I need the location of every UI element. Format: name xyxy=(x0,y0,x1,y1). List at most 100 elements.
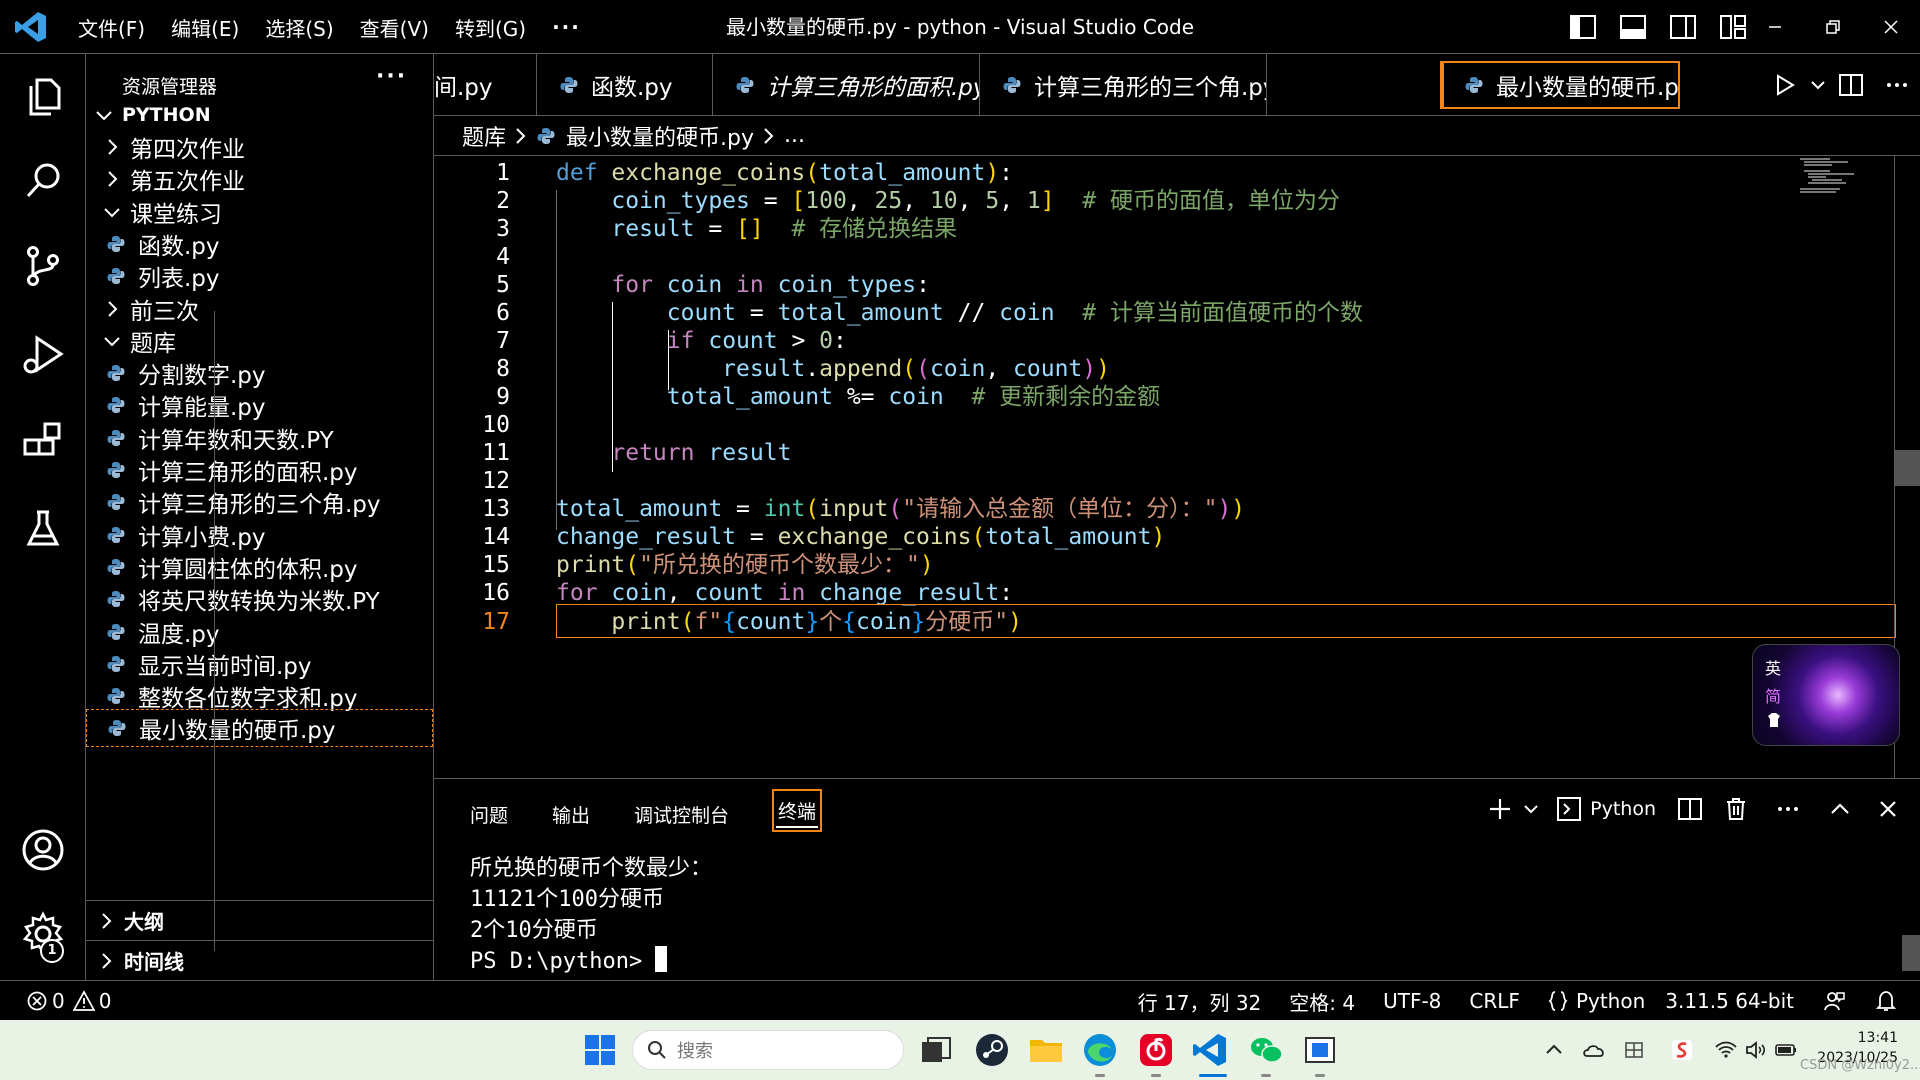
menu-more[interactable]: ··· xyxy=(552,15,581,39)
braces-icon xyxy=(1548,990,1568,1012)
editor-scrollbar-thumb[interactable] xyxy=(1895,450,1920,486)
notification-badge: 1 xyxy=(40,939,64,963)
sogou-ime-icon[interactable] xyxy=(1670,1038,1694,1062)
toggle-sidebar-icon[interactable] xyxy=(1568,12,1598,42)
tab-functions[interactable]: 函数.py xyxy=(537,54,713,116)
python-interpreter[interactable]: 3.11.5 64-bit xyxy=(1665,989,1794,1013)
terminal-prompt[interactable]: PS D:\python> xyxy=(470,946,668,977)
explorer-more-button[interactable]: ··· xyxy=(376,64,407,89)
tab-triangle-angles[interactable]: 计算三角形的三个角.py xyxy=(980,54,1267,116)
language-label: Python xyxy=(1575,989,1646,1013)
code-editor[interactable]: 1 def exchange_coins(total_amount): 2 coi… xyxy=(434,156,1920,778)
breadcrumb-symbols[interactable]: ... xyxy=(784,123,805,148)
window-app-icon[interactable] xyxy=(1300,1030,1340,1070)
split-editor-icon[interactable] xyxy=(1828,54,1874,116)
restore-icon[interactable] xyxy=(1804,0,1862,54)
error-count: 0 xyxy=(52,989,65,1013)
accounts-icon[interactable] xyxy=(19,826,67,874)
chevron-right-icon xyxy=(102,299,122,319)
battery-icon[interactable] xyxy=(1774,1038,1798,1062)
source-control-icon[interactable] xyxy=(19,242,67,290)
python-file-icon xyxy=(536,126,556,146)
tree-file[interactable]: 最小数量的硬币.py xyxy=(86,709,433,748)
window-title: 最小数量的硬币.py - python - Visual Studio Code xyxy=(726,15,1195,39)
input-method-tray-icon[interactable] xyxy=(1622,1038,1646,1062)
minimap[interactable] xyxy=(1800,156,1895,196)
minimize-icon[interactable] xyxy=(1746,0,1804,54)
tab-output[interactable]: 输出 xyxy=(552,801,590,828)
menu-go[interactable]: 转到(G) xyxy=(455,13,526,42)
ime-language-indicator[interactable]: 英 xyxy=(1765,655,1781,679)
customize-layout-icon[interactable] xyxy=(1718,12,1748,42)
tab-label: 计算三角形的面积.py xyxy=(767,75,980,101)
terminal-cursor xyxy=(655,946,668,972)
tree-item-label: 函数.py xyxy=(138,233,220,260)
vscode-taskbar-icon[interactable] xyxy=(1190,1030,1230,1070)
editor-more-icon[interactable] xyxy=(1874,54,1920,116)
python-file-icon xyxy=(106,428,126,448)
outline-section[interactable]: 大纲 xyxy=(86,900,433,940)
tab-min-coins[interactable]: 最小数量的硬币.py xyxy=(1440,61,1680,109)
run-file-icon[interactable] xyxy=(1762,54,1808,116)
end-of-line[interactable]: CRLF xyxy=(1469,989,1520,1013)
terminal-selector[interactable]: Python xyxy=(1556,791,1656,827)
file-explorer-icon[interactable] xyxy=(1026,1030,1066,1070)
menu-edit[interactable]: 编辑(E) xyxy=(171,13,239,42)
menu-selection[interactable]: 选择(S) xyxy=(265,13,333,42)
editor-tabs: 间.py 函数.py 计算三角形的面积.py 计算三角形的三个角.py 最小数量… xyxy=(434,54,1920,116)
panel-more-icon[interactable] xyxy=(1770,791,1806,827)
ime-skin-icon[interactable] xyxy=(1765,711,1783,729)
extensions-icon[interactable] xyxy=(19,418,67,466)
wechat-icon[interactable] xyxy=(1246,1030,1286,1070)
netease-music-icon[interactable] xyxy=(1136,1030,1176,1070)
run-debug-icon[interactable] xyxy=(19,330,67,378)
onedrive-icon[interactable] xyxy=(1582,1038,1606,1062)
kill-terminal-trash-icon[interactable] xyxy=(1718,791,1754,827)
ime-floating-toolbar[interactable]: 英 简 xyxy=(1752,644,1900,746)
menu-file[interactable]: 文件(F) xyxy=(78,13,145,42)
run-dropdown-icon[interactable] xyxy=(1808,54,1828,116)
timeline-section[interactable]: 时间线 xyxy=(86,940,433,980)
volume-icon[interactable] xyxy=(1744,1038,1768,1062)
problems-status[interactable]: 0 0 xyxy=(26,981,111,1021)
breadcrumb-folder[interactable]: 题库 xyxy=(462,120,506,152)
tray-chevron-up-icon[interactable] xyxy=(1542,1038,1566,1062)
notifications-bell-icon[interactable] xyxy=(1874,989,1898,1013)
warning-count: 0 xyxy=(98,989,112,1013)
testing-icon[interactable] xyxy=(19,504,67,552)
tab-terminal[interactable]: 终端 xyxy=(772,789,823,832)
tab-label: 最小数量的硬币.py xyxy=(1496,75,1680,101)
split-terminal-icon[interactable] xyxy=(1672,791,1708,827)
search-icon[interactable] xyxy=(19,156,67,204)
terminal-scrollbar-thumb[interactable] xyxy=(1902,935,1920,971)
explorer-icon[interactable] xyxy=(19,72,67,120)
feedback-icon[interactable] xyxy=(1822,989,1846,1013)
new-terminal-icon[interactable] xyxy=(1482,791,1518,827)
tab-debug-console[interactable]: 调试控制台 xyxy=(634,801,729,828)
breadcrumb-file[interactable]: 最小数量的硬币.py xyxy=(566,120,754,152)
steam-icon[interactable] xyxy=(972,1030,1012,1070)
terminal-dropdown-icon[interactable] xyxy=(1522,791,1540,827)
tree-item-label: 计算小费.py xyxy=(138,524,266,551)
close-panel-icon[interactable] xyxy=(1870,791,1906,827)
taskbar-search-box[interactable]: 搜索 xyxy=(632,1030,904,1070)
edge-browser-icon[interactable] xyxy=(1080,1030,1120,1070)
windows-taskbar: 搜索 13:41 2023/10/25 xyxy=(0,1020,1920,1080)
tab-triangle-area[interactable]: 计算三角形的面积.py xyxy=(713,54,980,116)
language-mode[interactable]: Python xyxy=(1548,989,1645,1013)
toggle-secondary-sidebar-icon[interactable] xyxy=(1668,12,1698,42)
python-file-icon xyxy=(735,75,755,95)
wifi-icon[interactable] xyxy=(1714,1038,1738,1062)
encoding[interactable]: UTF-8 xyxy=(1383,989,1441,1013)
menu-view[interactable]: 查看(V) xyxy=(360,13,429,42)
ime-mode-indicator[interactable]: 简 xyxy=(1765,683,1781,707)
start-windows-icon[interactable] xyxy=(580,1030,620,1070)
cursor-position[interactable]: 行 17，列 32 xyxy=(1138,987,1262,1016)
maximize-panel-chevron-up-icon[interactable] xyxy=(1822,791,1858,827)
toggle-panel-icon[interactable] xyxy=(1618,12,1648,42)
tab-partial[interactable]: 间.py xyxy=(434,54,537,116)
tab-problems[interactable]: 问题 xyxy=(470,801,508,828)
close-window-icon[interactable] xyxy=(1862,0,1920,54)
indentation[interactable]: 空格: 4 xyxy=(1289,987,1355,1016)
task-view-icon[interactable] xyxy=(916,1030,956,1070)
